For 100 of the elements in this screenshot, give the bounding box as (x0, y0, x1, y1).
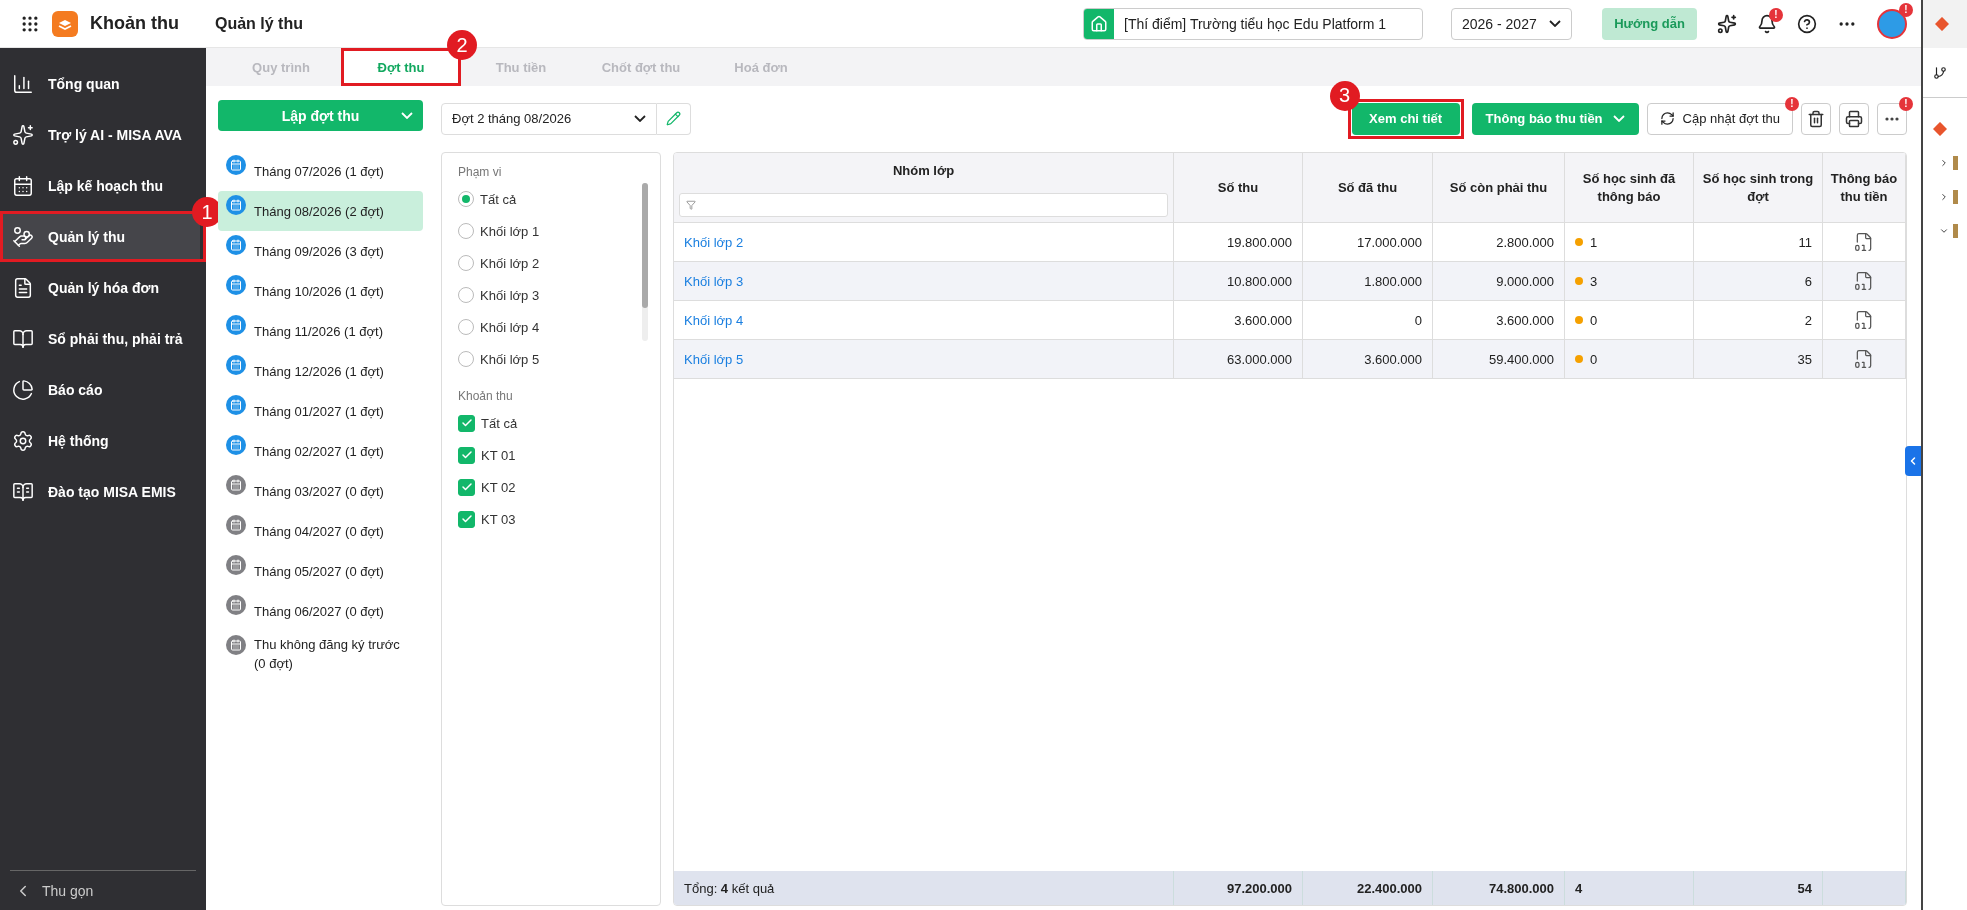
table-cell: 3.600.000 (1364, 351, 1422, 367)
option-label: Tất cả (480, 191, 517, 207)
status-dot (1575, 316, 1583, 324)
status-dot (1575, 355, 1583, 363)
period-item[interactable]: Tháng 12/2026 (1 đợt) (218, 351, 423, 391)
status-dot (1575, 238, 1583, 246)
alert-badge: ! (1899, 2, 1913, 17)
branch-icon (1933, 65, 1947, 80)
class-group-link[interactable]: Khối lớp 2 (684, 234, 744, 250)
total-label: Tổng: 4 kết quả (684, 880, 775, 896)
table-cell: 1 (1590, 234, 1598, 250)
table-cell: 6 (1804, 273, 1812, 289)
checkbox[interactable] (458, 446, 475, 464)
period-item[interactable]: Tháng 04/2027 (0 đợt) (218, 511, 423, 551)
table-cell: 35 (1797, 351, 1812, 367)
table-cell: 19.800.000 (1226, 234, 1292, 250)
total-value: 97.200.000 (1226, 880, 1292, 896)
check-icon (460, 417, 473, 429)
bell-icon[interactable] (1757, 13, 1777, 34)
period-item[interactable]: Thu không đăng ký trước (0 đợt) (218, 631, 423, 677)
table-cell: 0 (1414, 312, 1422, 328)
period-item[interactable]: Tháng 08/2026 (2 đợt) (218, 191, 423, 231)
option-label: Khối lớp 3 (480, 287, 540, 303)
sidebar-item[interactable]: Hệ thống (0, 415, 200, 466)
avatar[interactable] (1877, 8, 1907, 39)
alert-badge: ! (1785, 96, 1799, 111)
sidebar-item[interactable]: Tổng quan (0, 58, 200, 109)
section-title: Phạm vi (458, 165, 503, 179)
filter-icon (686, 200, 696, 210)
table-cell: 10.800.000 (1226, 273, 1292, 289)
open-book-icon (12, 480, 34, 503)
diamond-icon (1933, 122, 1947, 136)
total-value: 54 (1797, 880, 1812, 896)
period-item[interactable]: Tháng 11/2026 (1 đợt) (218, 311, 423, 351)
period-item[interactable]: Tháng 06/2027 (0 đợt) (218, 591, 423, 631)
printer-icon (1845, 109, 1863, 128)
option-label: KT 03 (481, 511, 516, 527)
column-header: Số thu (1174, 153, 1303, 223)
table-cell: 0 (1590, 312, 1598, 328)
sidebar-item[interactable]: Quản lý hóa đơn (0, 262, 200, 313)
option-label: Khối lớp 4 (480, 319, 540, 335)
chevron-down-icon (634, 115, 646, 122)
total-value: 22.400.000 (1356, 880, 1422, 896)
sidebar-item[interactable]: Đào tạo MISA EMIS (0, 466, 200, 517)
more-button[interactable] (1877, 102, 1907, 135)
sidebar-item[interactable]: Báo cáo (0, 364, 200, 415)
column-header: Thông báo thu tiền (1823, 153, 1906, 223)
sparkle-icon[interactable] (1717, 13, 1737, 34)
option-label: KT 02 (481, 479, 516, 495)
table-cell: 59.400.000 (1488, 351, 1554, 367)
panel-toggle-button[interactable] (1905, 446, 1921, 476)
table-cell: 3.600.000 (1496, 312, 1554, 328)
option-label: Tất cả (481, 415, 518, 431)
check-icon (460, 481, 473, 493)
total-value: 74.800.000 (1488, 880, 1554, 896)
period-item[interactable]: Tháng 10/2026 (1 đợt) (218, 271, 423, 311)
chevron-down-icon[interactable] (1939, 226, 1949, 236)
column-header: Số đã thu (1303, 153, 1433, 223)
checkbox[interactable] (458, 478, 475, 496)
hand-coins-icon (12, 225, 34, 248)
period-item[interactable]: Tháng 05/2027 (0 đợt) (218, 551, 423, 591)
chevron-down-icon (1549, 20, 1561, 27)
chevron-right-icon[interactable] (1939, 192, 1949, 202)
period-item[interactable]: Tháng 07/2026 (1 đợt) (218, 151, 423, 191)
class-group-link[interactable]: Khối lớp 4 (684, 312, 744, 328)
column-header: Nhóm lớp (892, 163, 955, 178)
document-icon (12, 276, 34, 299)
alert-badge: ! (1899, 96, 1913, 111)
delete-button[interactable] (1801, 102, 1831, 135)
class-group-link[interactable]: Khối lớp 3 (684, 273, 744, 289)
period-item[interactable]: Tháng 02/2027 (1 đợt) (218, 431, 423, 471)
print-button[interactable] (1839, 102, 1869, 135)
refresh-icon (1659, 111, 1675, 126)
chevron-down-icon (1612, 115, 1625, 122)
period-item[interactable]: Tháng 01/2027 (1 đợt) (218, 391, 423, 431)
total-value: 4 (1575, 880, 1583, 896)
pencil-icon (666, 111, 681, 126)
batch-select[interactable]: Đợt 2 tháng 08/2026 (441, 102, 657, 135)
status-dot (1575, 277, 1583, 285)
school-select[interactable]: [Thí điểm] Trường tiểu học Edu Platform 1 (1083, 7, 1423, 40)
period-item[interactable]: Tháng 09/2026 (3 đợt) (218, 231, 423, 271)
class-group-link[interactable]: Khối lớp 5 (684, 351, 744, 367)
period-item[interactable]: Tháng 03/2027 (0 đợt) (218, 471, 423, 511)
app-logo-icon (52, 10, 78, 37)
sidebar-item[interactable]: Trợ lý AI - MISA AVA (0, 109, 200, 160)
trash-icon (1807, 109, 1825, 128)
chevron-right-icon[interactable] (1939, 158, 1949, 168)
option-label: KT 01 (481, 447, 516, 463)
collapse-button[interactable]: Thu gọn (10, 870, 196, 910)
checkbox[interactable] (458, 414, 475, 432)
column-header: Số học sinh đã thông báo (1565, 153, 1694, 223)
sidebar-item[interactable]: Sổ phải thu, phải trả (0, 313, 200, 364)
diamond-icon (1935, 17, 1949, 31)
year-select[interactable]: 2026 - 2027 (1451, 7, 1572, 40)
table-cell: 9.000.000 (1496, 273, 1554, 289)
checkbox[interactable] (458, 510, 475, 528)
sparkle-icon (12, 123, 34, 146)
column-filter-field[interactable] (679, 193, 1168, 217)
help-icon[interactable] (1797, 13, 1817, 34)
scrollbar-thumb[interactable] (642, 183, 648, 308)
